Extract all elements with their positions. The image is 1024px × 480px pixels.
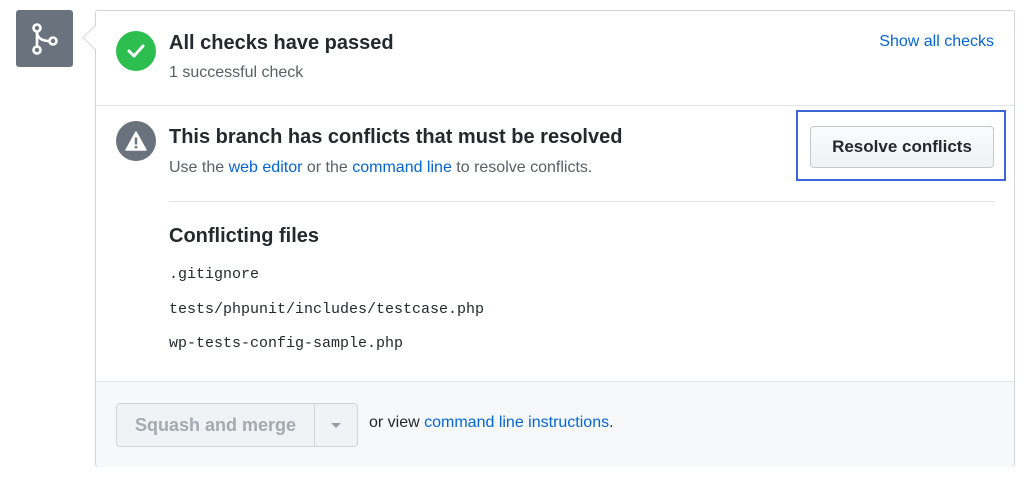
desc-middle: or the (302, 159, 353, 176)
merge-status-card: All checks have passed 1 successful chec… (95, 10, 1015, 467)
conflicts-section: This branch has conflicts that must be r… (96, 105, 1014, 381)
resolve-highlight-box: Resolve conflicts (796, 110, 1006, 181)
conflicting-files-heading: Conflicting files (169, 225, 319, 247)
merge-options-dropdown[interactable] (315, 403, 358, 447)
alt-prefix: or view (369, 414, 425, 431)
merge-button-group: Squash and merge (116, 403, 358, 447)
command-line-instructions-link[interactable]: command line instructions (424, 414, 609, 431)
section-divider (169, 201, 995, 202)
squash-and-merge-button[interactable]: Squash and merge (116, 403, 315, 447)
alt-suffix: . (609, 414, 614, 431)
check-icon (116, 31, 156, 71)
show-all-checks-link[interactable]: Show all checks (879, 33, 994, 51)
checks-title: All checks have passed (169, 32, 394, 54)
conflicting-file: tests/phpunit/includes/testcase.php (169, 300, 485, 318)
git-merge-icon (16, 10, 73, 67)
conflicts-description: Use the web editor or the command line t… (169, 159, 592, 177)
web-editor-link[interactable]: web editor (229, 159, 303, 176)
caret-down-icon (331, 422, 341, 428)
merge-alternative-text: or view command line instructions. (369, 414, 614, 432)
conflicting-file: .gitignore (169, 266, 260, 283)
desc-suffix: to resolve conflicts. (451, 159, 593, 176)
desc-prefix: Use the (169, 159, 229, 176)
checks-section: All checks have passed 1 successful chec… (96, 11, 1014, 106)
conflicting-file: wp-tests-config-sample.php (169, 335, 404, 352)
checks-subtitle: 1 successful check (169, 64, 304, 81)
resolve-conflicts-button[interactable]: Resolve conflicts (810, 126, 994, 168)
command-line-link[interactable]: command line (352, 159, 452, 176)
alert-icon (116, 121, 156, 161)
conflicting-files-list: .gitignore tests/phpunit/includes/testca… (169, 264, 484, 368)
conflicts-title: This branch has conflicts that must be r… (169, 126, 623, 148)
merge-actions-section: Squash and merge or view command line in… (96, 381, 1014, 467)
